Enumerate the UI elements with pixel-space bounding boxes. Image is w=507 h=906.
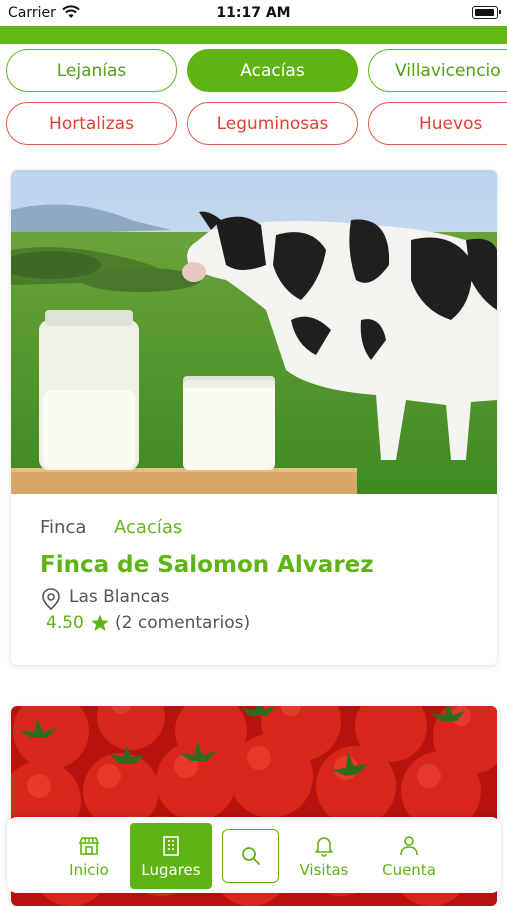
review-count: (2 comentarios)	[115, 613, 251, 633]
tab-inicio[interactable]: Inicio	[57, 823, 121, 889]
star-icon	[90, 613, 110, 637]
tab-search[interactable]	[222, 829, 279, 883]
card-type: Finca	[40, 517, 87, 538]
place-photo	[11, 170, 497, 494]
user-icon	[399, 834, 419, 858]
building-icon	[161, 834, 181, 858]
header-band	[0, 26, 507, 44]
rating-value: 4.50	[46, 613, 84, 633]
chip-location-acacias[interactable]: Acacías	[187, 49, 358, 92]
category-filter-row: Hortalizas Leguminosas Huevos	[0, 102, 507, 146]
tab-cuenta[interactable]: Cuenta	[373, 823, 445, 889]
store-icon	[78, 834, 100, 858]
search-icon	[240, 844, 262, 868]
chip-category-hortalizas[interactable]: Hortalizas	[6, 102, 177, 145]
tab-label: Inicio	[69, 860, 109, 879]
card-title: Finca de Salomon Alvarez	[40, 552, 374, 578]
chip-category-leguminosas[interactable]: Leguminosas	[187, 102, 358, 145]
status-bar: Carrier 11:17 AM	[0, 0, 507, 26]
card-place: Las Blancas	[69, 587, 170, 607]
place-card[interactable]: Finca Acacías Finca de Salomon Alvarez L…	[11, 170, 497, 665]
chip-category-huevos[interactable]: Huevos	[368, 102, 507, 145]
tab-lugares[interactable]: Lugares	[130, 823, 212, 889]
clock: 11:17 AM	[216, 5, 291, 21]
tab-label: Visitas	[299, 860, 349, 879]
location-pin-icon	[41, 588, 61, 614]
card-location: Acacías	[114, 517, 183, 538]
location-filter-row: Lejanías Acacías Villavicencio	[0, 49, 507, 93]
bell-icon	[314, 834, 334, 858]
bottom-tab-bar: Inicio Lugares Visitas Cuenta	[7, 817, 501, 893]
tab-label: Lugares	[141, 860, 201, 879]
tab-label: Cuenta	[382, 860, 436, 879]
tab-visitas[interactable]: Visitas	[292, 823, 356, 889]
chip-location-lejanias[interactable]: Lejanías	[6, 49, 177, 92]
battery-icon	[472, 6, 501, 19]
chip-location-villavicencio[interactable]: Villavicencio	[368, 49, 507, 92]
